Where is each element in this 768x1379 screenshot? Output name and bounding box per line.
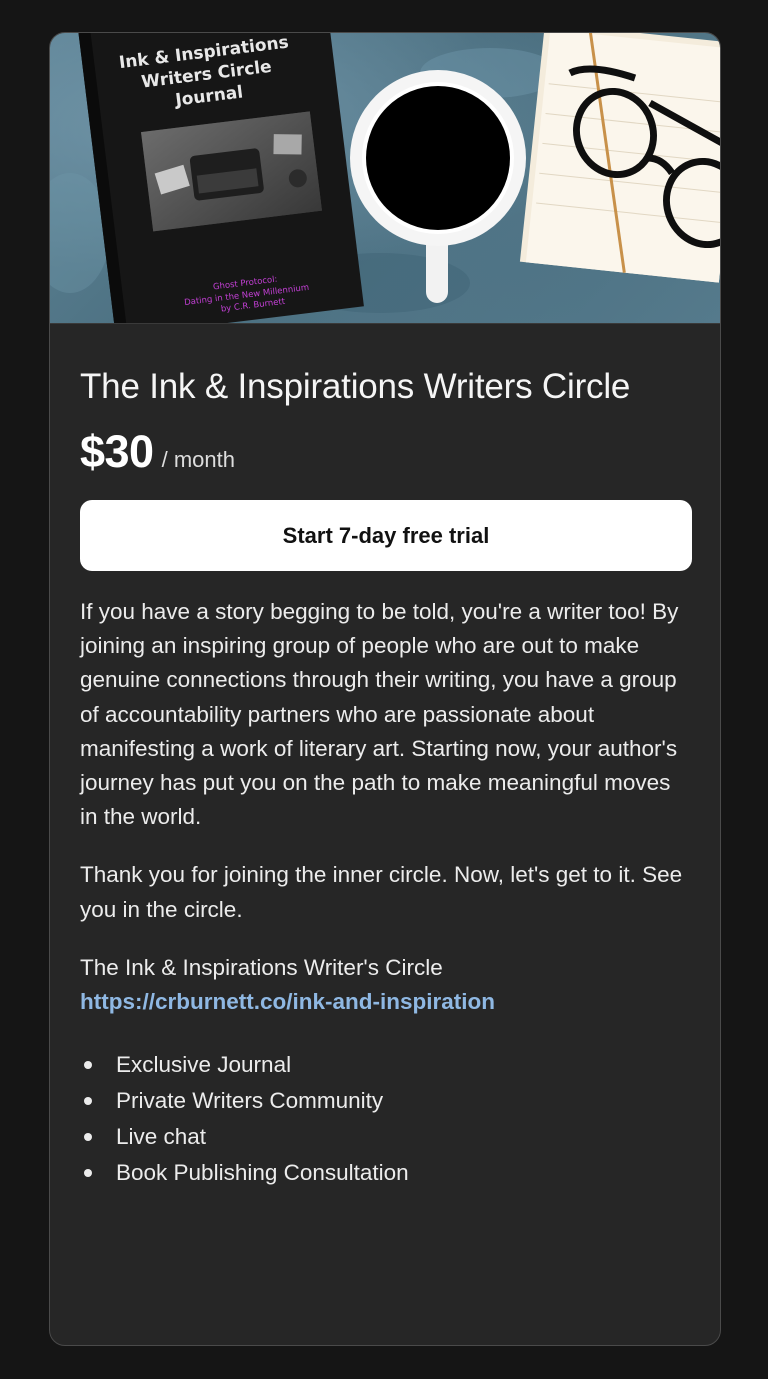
tier-cover-image: Ink & Inspirations Writers Circle Journa…: [50, 33, 720, 324]
price-row: $30 / month: [80, 426, 690, 478]
benefit-label: Private Writers Community: [116, 1088, 384, 1114]
benefit-label: Live chat: [116, 1124, 207, 1150]
bullet-icon: [84, 1061, 92, 1070]
typewriter-photo: [141, 111, 322, 232]
benefits-list: Exclusive Journal Private Writers Commun…: [80, 1047, 690, 1191]
benefit-item: Live chat: [80, 1119, 690, 1155]
bullet-icon: [84, 1169, 92, 1178]
benefit-item: Book Publishing Consultation: [80, 1155, 690, 1191]
bullet-icon: [84, 1097, 92, 1106]
billing-period: / month: [161, 447, 235, 472]
benefit-label: Book Publishing Consultation: [116, 1160, 409, 1186]
signature-text: The Ink & Inspirations Writer's Circle: [80, 954, 443, 980]
cover-illustration: Ink & Inspirations Writers Circle Journa…: [50, 33, 720, 323]
tier-description: If you have a story begging to be told, …: [80, 595, 690, 1019]
tier-title: The Ink & Inspirations Writers Circle: [80, 367, 631, 406]
benefit-item: Private Writers Community: [80, 1083, 690, 1119]
benefit-label: Exclusive Journal: [116, 1052, 292, 1078]
journal-book: Ink & Inspirations Writers Circle Journa…: [78, 33, 364, 323]
start-free-trial-button[interactable]: Start 7-day free trial: [80, 500, 692, 571]
bullet-icon: [84, 1133, 92, 1142]
description-signature: The Ink & Inspirations Writer's Circle h…: [80, 951, 690, 1019]
membership-tier-card: Ink & Inspirations Writers Circle Journa…: [49, 32, 721, 1346]
benefit-item: Exclusive Journal: [80, 1047, 690, 1083]
description-paragraph: If you have a story begging to be told, …: [80, 599, 679, 830]
description-paragraph: Thank you for joining the inner circle. …: [80, 862, 683, 922]
tier-link[interactable]: https://crburnett.co/ink-and-inspiration: [80, 989, 495, 1014]
tier-price: $30: [80, 426, 154, 477]
